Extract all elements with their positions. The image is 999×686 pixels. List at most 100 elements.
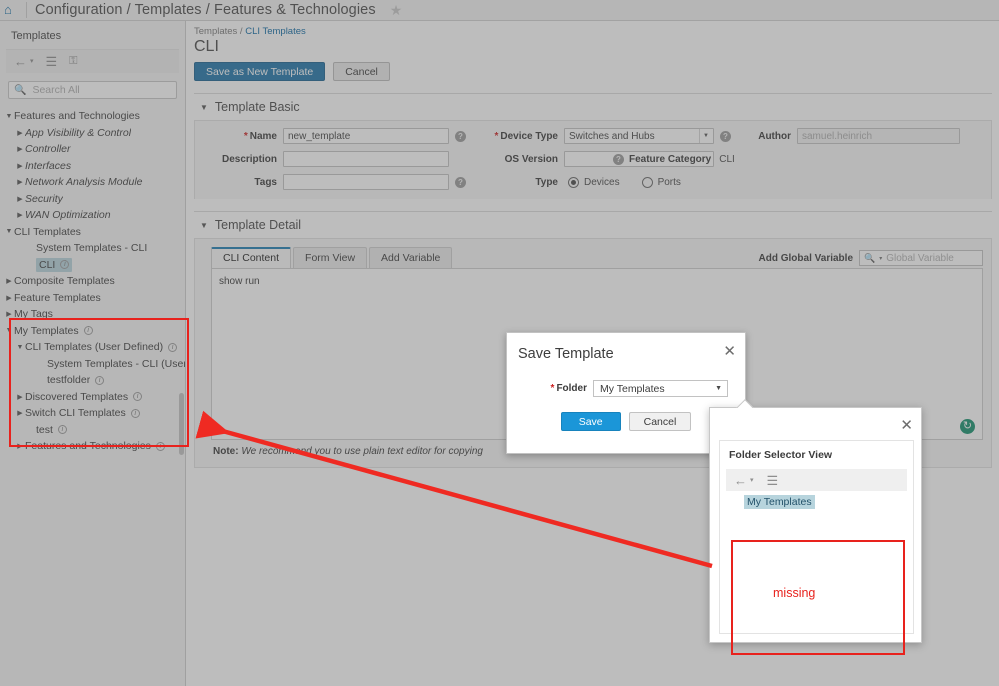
top-bar: ⌂ Configuration / Templates / Features &… (0, 0, 999, 21)
tree-item[interactable]: Features and Technologies (0, 108, 185, 125)
modal-cancel-button[interactable]: Cancel (628, 412, 692, 431)
tree-item[interactable]: System Templates - CLI (User Define (0, 356, 185, 373)
cancel-button[interactable]: Cancel (333, 62, 390, 81)
tree-item[interactable]: WAN Optimization (0, 207, 185, 224)
tab-add-variable[interactable]: Add Variable (369, 247, 453, 268)
tree-item[interactable]: App Visibility & Control (0, 125, 185, 142)
info-icon[interactable]: i (168, 342, 178, 352)
caret-down-icon[interactable] (4, 228, 14, 235)
list-view-icon[interactable]: ☰ (46, 55, 58, 68)
tree-item[interactable]: Features and Technologies i (0, 438, 185, 455)
refresh-icon[interactable]: ↻ (960, 419, 975, 434)
tree-item[interactable]: Discovered Templates i (0, 389, 185, 406)
caret-right-icon[interactable] (15, 211, 25, 219)
sidebar-scrollbar[interactable] (179, 393, 184, 455)
close-icon[interactable]: ✕ (723, 344, 736, 359)
tree-item[interactable]: testfolder i (0, 372, 185, 389)
caret-right-icon[interactable] (15, 129, 25, 137)
tree-item[interactable]: My Templates i (0, 323, 185, 340)
type-row: Type Devices Ports (484, 174, 731, 190)
chevron-down-icon[interactable]: ▾ (879, 255, 882, 262)
global-variable-input[interactable]: 🔍 ▾ Global Variable (859, 250, 983, 266)
back-arrow-icon[interactable]: ← (734, 474, 747, 487)
info-icon[interactable]: i (60, 260, 70, 270)
caret-right-icon[interactable] (15, 162, 25, 170)
save-as-new-template-button[interactable]: Save as New Template (194, 62, 326, 81)
info-icon[interactable]: i (83, 326, 93, 336)
device-type-select[interactable]: Switches and Hubs (564, 128, 714, 144)
caret-down-icon[interactable]: ▼ (200, 221, 208, 230)
breadcrumb-link-cli-templates[interactable]: CLI Templates (245, 26, 306, 37)
caret-right-icon[interactable] (15, 393, 25, 401)
tree-item[interactable]: Security (0, 191, 185, 208)
save-button[interactable]: Save (560, 412, 621, 431)
tree-item[interactable]: Interfaces (0, 158, 185, 175)
tab-cli-content[interactable]: CLI Content (211, 247, 292, 268)
search-input[interactable] (30, 83, 171, 97)
tree-item[interactable]: My Tags (0, 306, 185, 323)
folder-label: * Folder (550, 383, 587, 394)
radio-ports[interactable] (641, 176, 653, 188)
tree-item[interactable]: test i (0, 422, 185, 439)
info-icon[interactable]: i (133, 392, 143, 402)
tree-item-label: System Templates - CLI (36, 242, 148, 255)
tree-item[interactable]: CLI Templates (0, 224, 185, 241)
tree-item[interactable]: Controller (0, 141, 185, 158)
caret-right-icon[interactable] (15, 145, 25, 153)
help-icon-device-type[interactable]: ? (720, 130, 731, 142)
home-icon[interactable]: ⌂ (4, 3, 18, 17)
caret-right-icon[interactable] (4, 294, 14, 302)
tree-item-label: Features and Technologies (25, 440, 151, 453)
author-field: samuel.heinrich (797, 128, 960, 144)
tree-item-selected[interactable]: CLI i (36, 257, 73, 272)
tree-item[interactable]: Network Analysis Module (0, 174, 185, 191)
missing-message: missing (773, 586, 816, 600)
close-icon[interactable]: ✕ (900, 418, 913, 433)
description-field[interactable] (283, 151, 449, 167)
help-icon-name[interactable]: ? (455, 130, 466, 142)
tab-form-view[interactable]: Form View (293, 247, 368, 268)
back-arrow-icon[interactable]: ← (14, 55, 27, 68)
folder-select[interactable]: My Templates (593, 380, 728, 397)
cli-editor-text[interactable]: show run (212, 269, 982, 287)
template-detail-header[interactable]: ▼ Template Detail (194, 212, 992, 238)
tree-item[interactable]: CLI i (0, 257, 185, 274)
caret-right-icon[interactable] (15, 195, 25, 203)
radio-devices[interactable] (568, 176, 579, 188)
list-view-icon[interactable]: ☰ (767, 474, 779, 487)
name-field[interactable]: new_template (283, 128, 449, 144)
folder-item-my-templates[interactable]: My Templates (744, 495, 815, 509)
info-icon[interactable]: i (155, 441, 165, 451)
add-global-variable-label: Add Global Variable (758, 252, 853, 264)
search-box[interactable]: 🔍 (8, 81, 177, 99)
help-icon-feature-category[interactable]: ? (613, 153, 624, 165)
caret-down-icon[interactable] (15, 344, 25, 351)
lock-icon[interactable]: ⚿ (69, 56, 77, 67)
tree-item[interactable]: CLI Templates (User Defined) i (0, 339, 185, 356)
info-icon[interactable]: i (57, 425, 67, 435)
page-title: CLI (194, 38, 219, 55)
caret-down-icon[interactable] (4, 113, 14, 120)
info-icon[interactable]: i (95, 375, 105, 385)
tags-field[interactable] (283, 174, 449, 190)
template-basic-header[interactable]: ▼ Template Basic (194, 94, 992, 120)
star-icon[interactable]: ★ (390, 2, 403, 19)
tree-item-label: testfolder (47, 374, 91, 387)
info-icon[interactable]: i (130, 408, 140, 418)
caret-down-icon[interactable]: ▼ (200, 103, 208, 112)
tree-item[interactable]: Composite Templates (0, 273, 185, 290)
caret-down-icon[interactable] (4, 327, 14, 334)
tree-item-label: CLI Templates (User Defined) (25, 341, 164, 354)
caret-right-icon[interactable] (4, 277, 14, 285)
chevron-down-icon[interactable]: ▾ (750, 477, 754, 484)
tree-item-label: App Visibility & Control (25, 126, 132, 139)
tree-item[interactable]: Feature Templates (0, 290, 185, 307)
tree-item[interactable]: Switch CLI Templates i (0, 405, 185, 422)
caret-right-icon[interactable] (15, 178, 25, 186)
chevron-down-icon[interactable]: ▾ (30, 58, 34, 65)
caret-right-icon[interactable] (15, 442, 25, 450)
tree-item[interactable]: System Templates - CLI (0, 240, 185, 257)
help-icon-tags[interactable]: ? (455, 176, 466, 188)
caret-right-icon[interactable] (15, 409, 25, 417)
caret-right-icon[interactable] (4, 310, 14, 318)
